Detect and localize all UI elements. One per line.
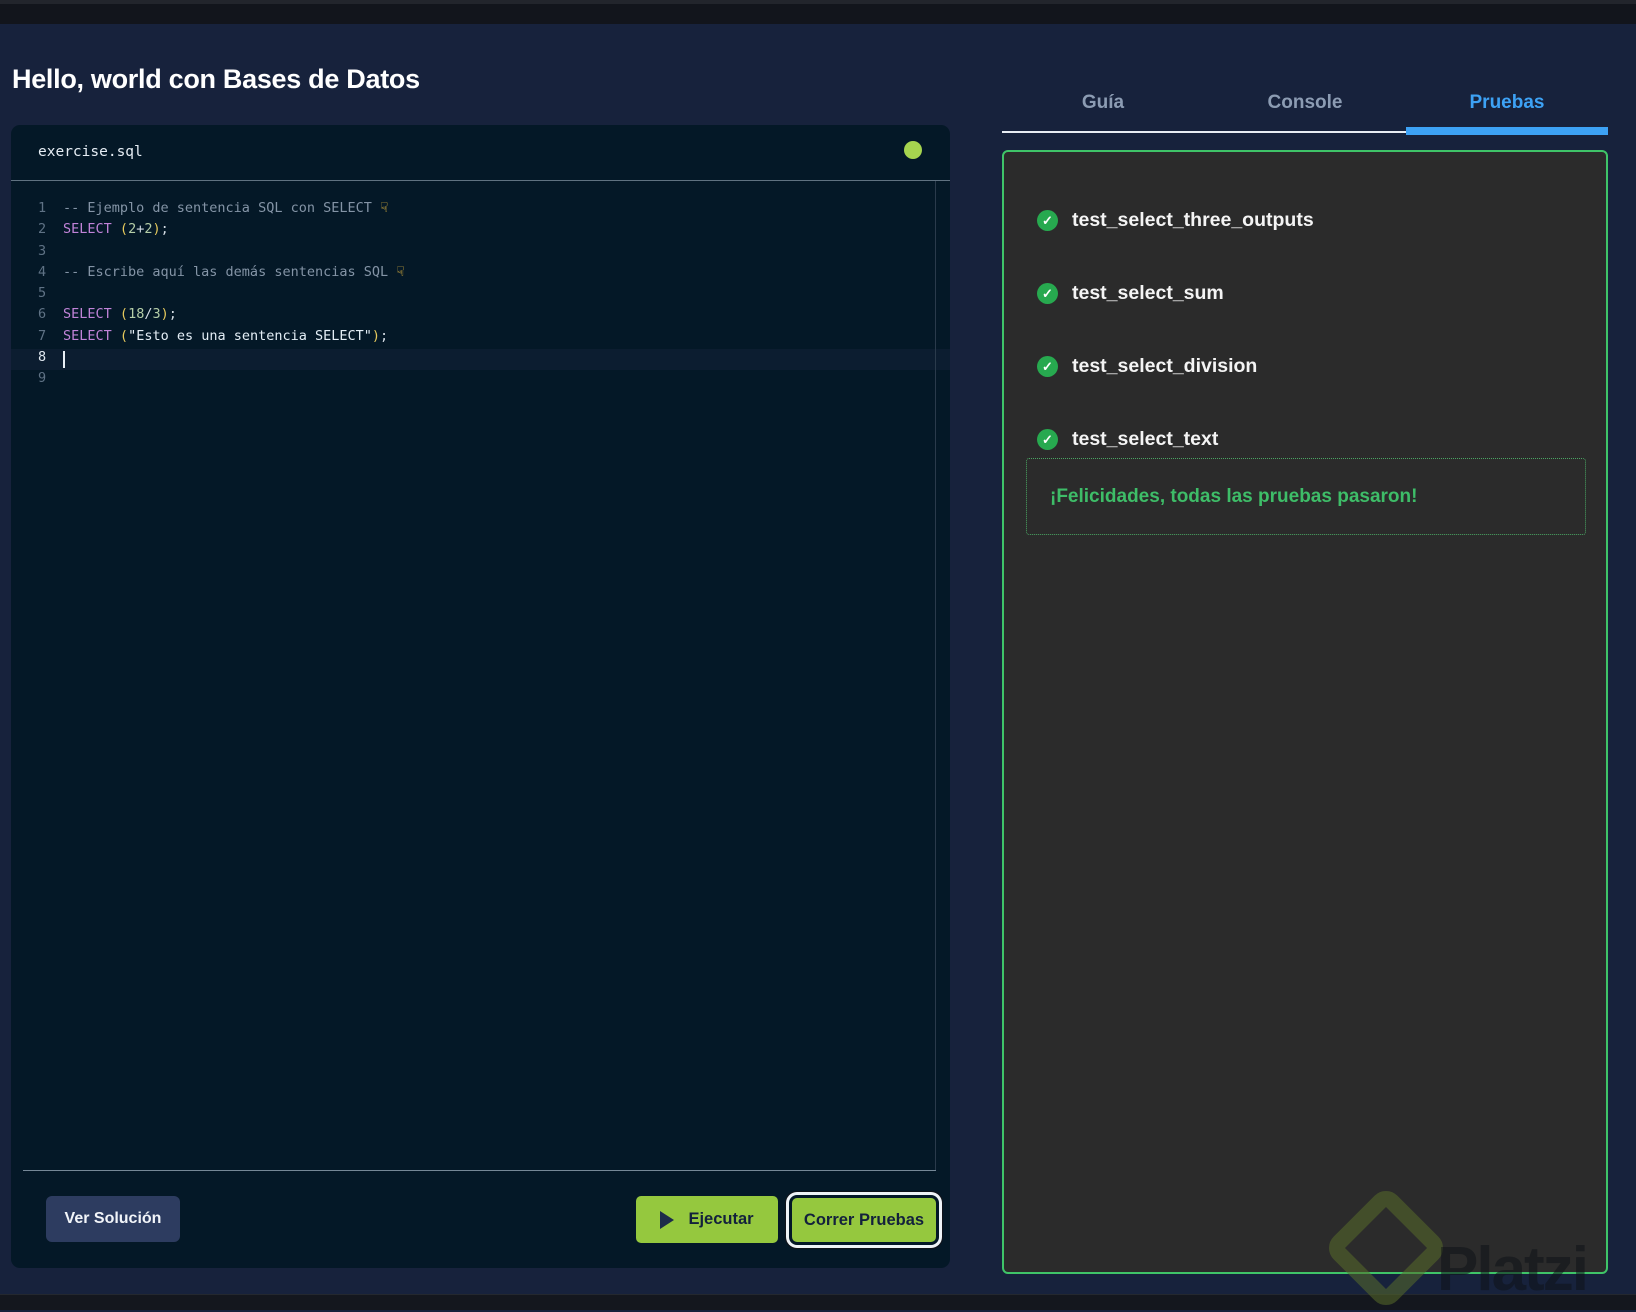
tab-pruebas[interactable]: Pruebas [1406, 84, 1608, 131]
line-number: 9 [38, 370, 47, 387]
editor-scrollbar[interactable] [935, 181, 936, 1170]
run-tests-button[interactable]: Correr Pruebas [792, 1198, 936, 1242]
editor-footer-divider [23, 1170, 936, 1171]
line-number: 4 [38, 263, 47, 280]
check-icon: ✓ [1037, 210, 1058, 231]
success-message-box: ¡Felicidades, todas las pruebas pasaron! [1026, 458, 1586, 535]
line-number: 2 [38, 221, 47, 238]
code-line: 4 -- Escribe aquí las demás sentencias SQ… [11, 264, 950, 285]
check-icon: ✓ [1037, 283, 1058, 304]
editor-header: exercise.sql [11, 125, 950, 180]
page-title: Hello, world con Bases de Datos [12, 64, 420, 94]
code-line: 7 SELECT ("Esto es una sentencia SELECT")… [11, 328, 950, 349]
code-line: 6 SELECT (18/3); [11, 306, 950, 327]
test-result-item: ✓ test_select_division [1037, 344, 1314, 389]
test-name: test_select_sum [1072, 282, 1224, 304]
code-line-text: SELECT (18/3); [63, 306, 177, 323]
line-number: 6 [38, 306, 47, 323]
right-panel-tabs: Guía Console Pruebas [1002, 84, 1608, 131]
editor-filename: exercise.sql [38, 144, 143, 160]
code-line: 3 [11, 243, 950, 264]
check-icon: ✓ [1037, 356, 1058, 377]
code-line-text: -- Ejemplo de sentencia SQL con SELECT ☟ [63, 200, 389, 216]
success-message: ¡Felicidades, todas las pruebas pasaron! [1050, 485, 1418, 507]
code-line-text: -- Escribe aquí las demás sentencias SQL… [63, 263, 405, 280]
platzi-watermark-text: Platzi [1437, 1235, 1589, 1304]
code-line-text: SELECT (2+2); [63, 221, 169, 238]
line-number: 7 [38, 327, 47, 344]
code-line: 2 SELECT (2+2); [11, 221, 950, 242]
tests-list: ✓ test_select_three_outputs ✓ test_select_s… [1037, 198, 1314, 490]
test-result-item: ✓ test_select_text [1037, 417, 1314, 462]
saved-status-dot-icon [904, 141, 922, 159]
test-name: test_select_text [1072, 428, 1219, 450]
test-result-item: ✓ test_select_sum [1037, 271, 1314, 316]
code-line-text: SELECT ("Esto es una sentencia SELECT"); [63, 327, 389, 344]
test-name: test_select_division [1072, 355, 1258, 377]
code-line: 8 [11, 349, 950, 371]
test-name: test_select_three_outputs [1072, 209, 1314, 231]
text-cursor [63, 351, 65, 369]
view-solution-button[interactable]: Ver Solución [46, 1196, 180, 1242]
code-editor[interactable]: 1 -- Ejemplo de sentencia SQL con SELECT … [11, 181, 950, 1170]
test-result-item: ✓ test_select_three_outputs [1037, 198, 1314, 243]
tab-console[interactable]: Console [1204, 84, 1406, 131]
top-bar [0, 0, 1636, 24]
code-line: 9 [11, 370, 950, 391]
check-icon: ✓ [1037, 429, 1058, 450]
tests-results-panel: ✓ test_select_three_outputs ✓ test_select_s… [1002, 150, 1608, 1274]
line-number: 3 [38, 242, 47, 259]
run-button-label: Ejecutar [688, 1210, 754, 1228]
active-tab-indicator [1406, 127, 1608, 135]
editor-panel: exercise.sql 1 -- Ejemplo de sentencia SQ… [11, 125, 950, 1268]
run-button[interactable]: Ejecutar [636, 1196, 778, 1243]
code-line: 1 -- Ejemplo de sentencia SQL con SELECT … [11, 200, 950, 221]
line-number: 8 [38, 349, 47, 366]
line-number: 5 [38, 285, 47, 302]
line-number: 1 [38, 200, 47, 216]
code-line: 5 [11, 285, 950, 306]
tab-guia[interactable]: Guía [1002, 84, 1204, 131]
play-icon [660, 1210, 675, 1229]
